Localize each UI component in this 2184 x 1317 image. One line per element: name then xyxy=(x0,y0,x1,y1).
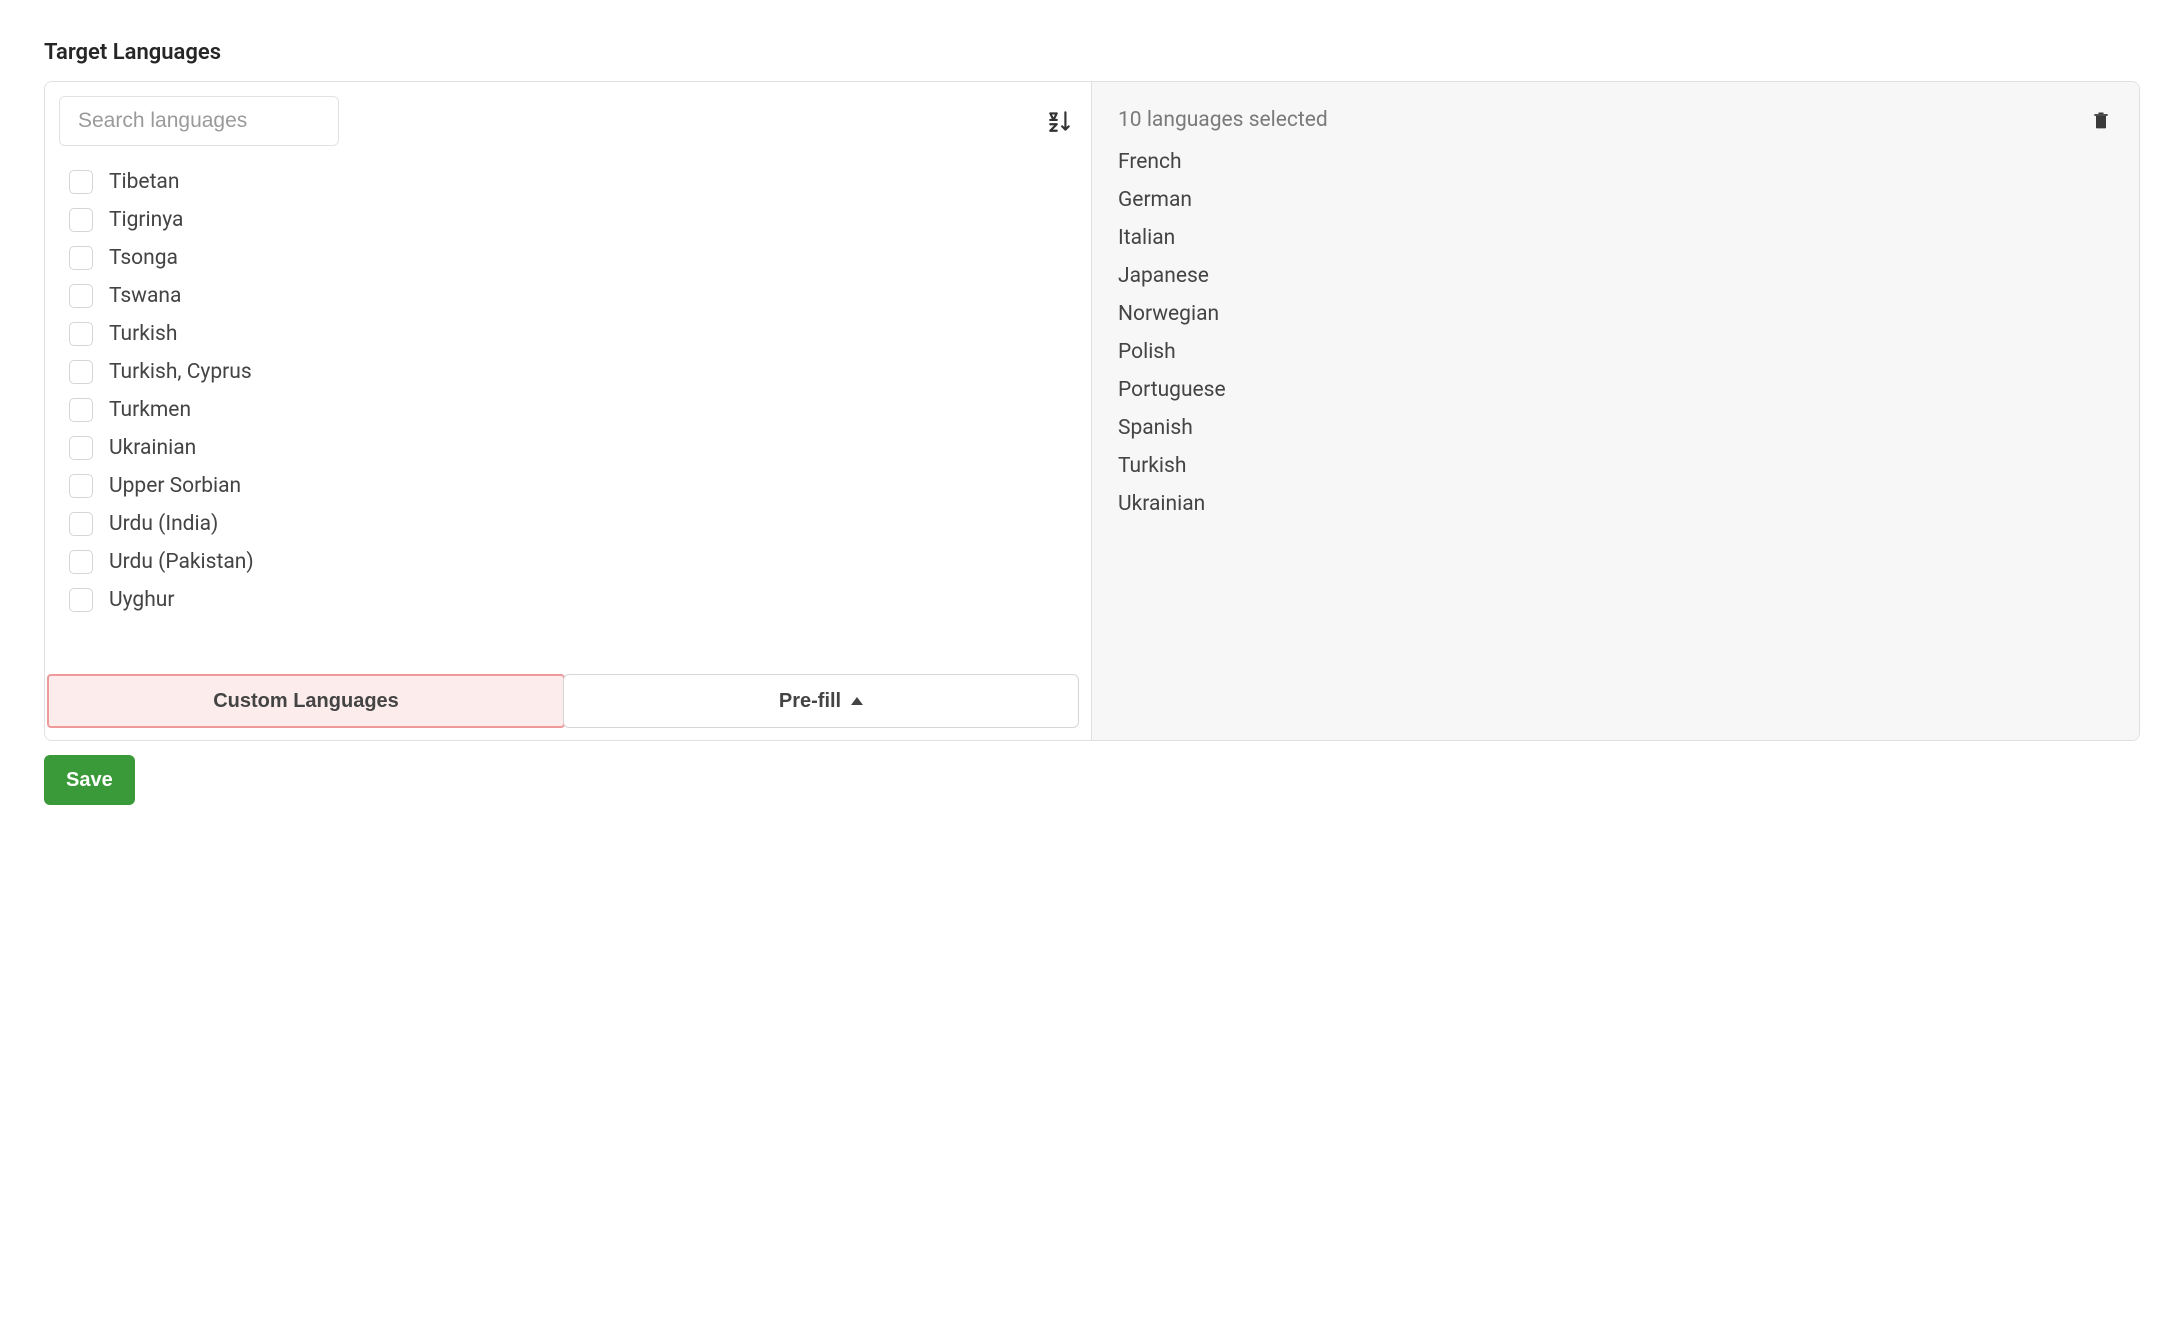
selected-item[interactable]: Italian xyxy=(1118,226,2113,250)
available-languages-list: Tibetan Tigrinya Tsonga Tswana Turkish T… xyxy=(45,156,1091,674)
available-languages-panel: Tibetan Tigrinya Tsonga Tswana Turkish T… xyxy=(45,82,1092,740)
prefill-label: Pre-fill xyxy=(779,690,841,713)
save-button[interactable]: Save xyxy=(44,755,135,805)
checkbox[interactable] xyxy=(69,360,93,384)
custom-languages-button[interactable]: Custom Languages xyxy=(47,674,565,728)
checkbox[interactable] xyxy=(69,512,93,536)
checkbox[interactable] xyxy=(69,588,93,612)
caret-up-icon xyxy=(851,697,863,705)
selected-item[interactable]: Polish xyxy=(1118,340,2113,364)
prefill-button[interactable]: Pre-fill xyxy=(563,674,1079,728)
list-item[interactable]: Turkmen xyxy=(69,398,1073,422)
list-item[interactable]: Uyghur xyxy=(69,588,1073,612)
list-item[interactable]: Turkish xyxy=(69,322,1073,346)
selected-item[interactable]: Turkish xyxy=(1118,454,2113,478)
checkbox[interactable] xyxy=(69,398,93,422)
language-label: Ukrainian xyxy=(109,436,196,460)
checkbox[interactable] xyxy=(69,322,93,346)
list-item[interactable]: Tswana xyxy=(69,284,1073,308)
list-item[interactable]: Tsonga xyxy=(69,246,1073,270)
section-title: Target Languages xyxy=(44,40,2140,65)
selected-item[interactable]: Japanese xyxy=(1118,264,2113,288)
selected-languages-list: French German Italian Japanese Norwegian… xyxy=(1092,146,2139,516)
language-label: Uyghur xyxy=(109,588,174,612)
selected-item[interactable]: Norwegian xyxy=(1118,302,2113,326)
search-input[interactable] xyxy=(59,96,339,146)
language-label: Turkish, Cyprus xyxy=(109,360,252,384)
list-item[interactable]: Urdu (Pakistan) xyxy=(69,550,1073,574)
selected-item[interactable]: Spanish xyxy=(1118,416,2113,440)
language-label: Turkish xyxy=(109,322,177,346)
selected-item[interactable]: German xyxy=(1118,188,2113,212)
language-label: Tswana xyxy=(109,284,181,308)
list-item[interactable]: Tibetan xyxy=(69,170,1073,194)
list-item[interactable]: Urdu (India) xyxy=(69,512,1073,536)
list-item[interactable]: Upper Sorbian xyxy=(69,474,1073,498)
language-label: Tigrinya xyxy=(109,208,183,232)
list-item[interactable]: Turkish, Cyprus xyxy=(69,360,1073,384)
checkbox[interactable] xyxy=(69,170,93,194)
bottom-buttons: Custom Languages Pre-fill xyxy=(45,674,1091,740)
language-label: Tsonga xyxy=(109,246,178,270)
list-item[interactable]: Ukrainian xyxy=(69,436,1073,460)
checkbox[interactable] xyxy=(69,208,93,232)
language-label: Upper Sorbian xyxy=(109,474,241,498)
selected-item[interactable]: French xyxy=(1118,150,2113,174)
checkbox[interactable] xyxy=(69,436,93,460)
checkbox[interactable] xyxy=(69,550,93,574)
selected-languages-panel: 10 languages selected French German Ital… xyxy=(1092,82,2139,740)
language-label: Tibetan xyxy=(109,170,179,194)
selected-count: 10 languages selected xyxy=(1118,108,1328,132)
language-panel: Tibetan Tigrinya Tsonga Tswana Turkish T… xyxy=(44,81,2140,741)
language-label: Urdu (India) xyxy=(109,512,218,536)
selected-header: 10 languages selected xyxy=(1092,82,2139,146)
language-label: Turkmen xyxy=(109,398,191,422)
search-row xyxy=(45,82,1091,156)
trash-icon[interactable] xyxy=(2091,109,2111,131)
list-item[interactable]: Tigrinya xyxy=(69,208,1073,232)
checkbox[interactable] xyxy=(69,246,93,270)
checkbox[interactable] xyxy=(69,474,93,498)
sort-az-icon[interactable] xyxy=(1047,108,1073,134)
checkbox[interactable] xyxy=(69,284,93,308)
selected-item[interactable]: Portuguese xyxy=(1118,378,2113,402)
selected-item[interactable]: Ukrainian xyxy=(1118,492,2113,516)
language-label: Urdu (Pakistan) xyxy=(109,550,254,574)
